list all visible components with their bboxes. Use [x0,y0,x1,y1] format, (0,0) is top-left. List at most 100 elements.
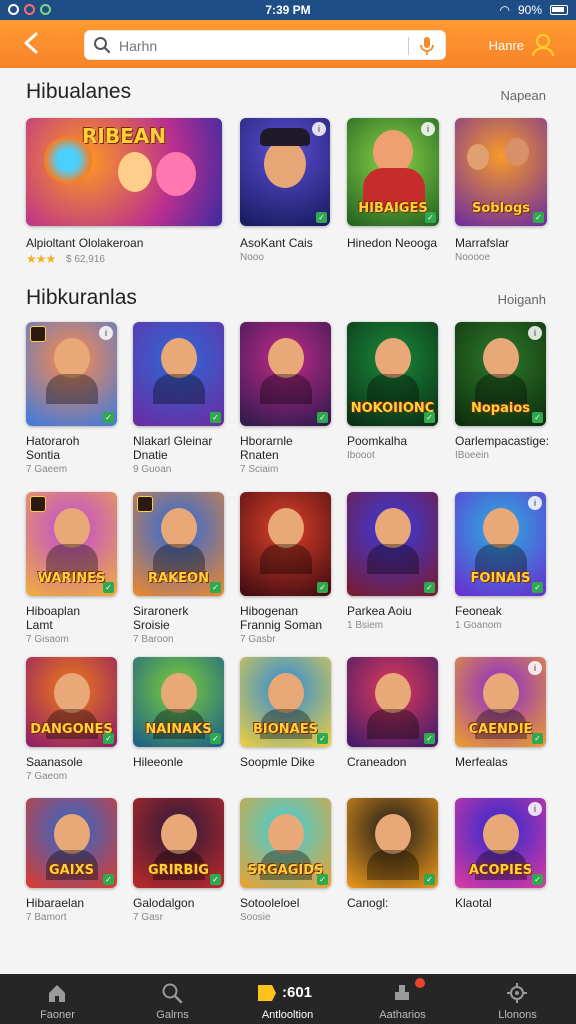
app-name-line2: Sontia [26,448,61,462]
nav-item-updates[interactable]: Aatharios [345,974,460,1024]
info-icon[interactable]: i [528,496,542,510]
app-tile[interactable]: ✓ [240,492,331,596]
app-name: Alpioltant Ololakeroan [26,236,144,250]
app-name: Oarlempacastige: [455,434,550,448]
back-arrow-icon[interactable] [20,30,48,58]
app-tile[interactable]: FOINAIS i ✓ [455,492,546,596]
installed-check-icon: ✓ [532,733,543,744]
section-more-link[interactable]: Napean [500,88,546,103]
info-icon[interactable]: i [421,122,435,136]
app-name: Klaotal [455,896,492,910]
info-icon[interactable]: i [99,326,113,340]
nav-item-library[interactable]: Llonons [460,974,575,1024]
featured-app-tile[interactable]: RIBEAN [26,118,222,226]
app-name: Hileeonle [133,755,184,769]
app-name-line2: Sroisie [133,618,170,632]
search-icon [94,37,111,54]
app-tile[interactable]: ✓ [347,492,438,596]
app-sub: 7 Gasbr [240,634,276,645]
battery-icon [550,5,568,15]
settings-icon [507,983,527,1003]
user-profile[interactable]: Hanre [489,32,556,58]
app-sub: Nooo [240,252,264,263]
nav-item-home[interactable]: Faoner [0,974,115,1024]
app-tile[interactable]: ✓ [347,798,438,888]
installed-check-icon: ✓ [210,733,221,744]
info-icon[interactable]: i [528,661,542,675]
app-tile[interactable]: WARINES ✓ [26,492,117,596]
app-tile[interactable]: SRGAGIDS ✓ [240,798,331,888]
app-badge-icon [30,326,46,342]
installed-check-icon: ✓ [424,733,435,744]
app-tile[interactable]: RAKEON ✓ [133,492,224,596]
nav-label: Antlooltion [261,1009,314,1021]
installed-check-icon: ✓ [103,733,114,744]
installed-check-icon: ✓ [210,412,221,423]
app-sub: IBoeein [455,450,489,461]
installed-check-icon: ✓ [317,412,328,423]
app-sub: 7 Gaeem [26,464,68,475]
installed-check-icon: ✓ [317,582,328,593]
app-tile[interactable]: ✓ [133,322,224,426]
app-tile[interactable]: NAINAKS ✓ [133,657,224,747]
nav-label: Aatharios [379,1009,426,1021]
nav-badge-text: :601 [282,984,313,1001]
app-sub: Nooooe [455,252,491,263]
app-tile[interactable]: GRIRBIG ✓ [133,798,224,888]
app-sub: Soosie [240,912,271,923]
nav-label: Galrns [156,1009,189,1021]
microphone-icon[interactable] [418,36,436,56]
installed-check-icon: ✓ [317,733,328,744]
app-tile[interactable]: ✓ [347,657,438,747]
app-name-line2: Dnatie [133,448,168,462]
info-icon[interactable]: i [528,326,542,340]
info-icon[interactable]: i [312,122,326,136]
search-input[interactable] [119,35,399,57]
installed-check-icon: ✓ [532,874,543,885]
featured-app-tile[interactable]: Soblogs ✓ [455,118,547,226]
app-sub: 7 Gisaom [26,634,69,645]
app-tile[interactable]: i ✓ [26,322,117,426]
featured-app-tile[interactable]: i ✓ [240,118,330,226]
app-name: Hiboaplan [26,604,81,618]
app-sub: 9 Guoan [133,464,172,475]
installed-check-icon: ✓ [317,874,328,885]
app-tile[interactable]: GAIXS ✓ [26,798,117,888]
nav-item-games[interactable]: Galrns [115,974,230,1024]
app-sub: 7 Sciaim [240,464,279,475]
section-more-link[interactable]: Hoiganh [498,292,546,307]
app-sub: Ibooot [347,450,375,461]
app-name-line2: Lamt [26,618,53,632]
app-name: Hibaraelan [26,896,85,910]
installed-check-icon: ✓ [103,582,114,593]
app-sub: 7 Gasr [133,912,164,923]
app-sub: 7 Baroon [133,634,174,645]
info-icon[interactable]: i [528,802,542,816]
app-tile[interactable]: CAENDIE i ✓ [455,657,546,747]
app-tile[interactable]: NOKOIIONC ✓ [347,322,438,426]
app-tile[interactable]: DANGONES ✓ [26,657,117,747]
installed-check-icon: ✓ [424,412,435,423]
app-name: Merfealas [455,755,508,769]
status-bar: 7:39 PM ◠ 90% [0,0,576,20]
app-sub: 7 Gaeom [26,771,68,782]
nav-label: Llonons [498,1009,537,1021]
installed-check-icon: ✓ [533,212,544,223]
app-badge-icon [137,496,153,512]
app-tile[interactable]: Nopaios i ✓ [455,322,546,426]
app-tile[interactable]: ACOPIES i ✓ [455,798,546,888]
app-name-line2: Rnaten [240,448,279,462]
app-name: Galodalgon [133,896,195,910]
app-name: Craneadon [347,755,407,769]
app-name-line2: Frannig Soman [240,618,323,632]
nav-item-apps[interactable]: :601 Antlooltion [230,974,345,1024]
search-bar[interactable] [84,30,446,60]
nav-label: Faoner [40,1009,75,1021]
installed-check-icon: ✓ [103,874,114,885]
download-icon [395,985,409,1000]
installed-check-icon: ✓ [424,582,435,593]
featured-app-tile[interactable]: HIBAIGES i ✓ [347,118,439,226]
app-tile[interactable]: ✓ [240,322,331,426]
app-tile[interactable]: BIONAES ✓ [240,657,331,747]
battery-text: 90% [517,3,542,17]
